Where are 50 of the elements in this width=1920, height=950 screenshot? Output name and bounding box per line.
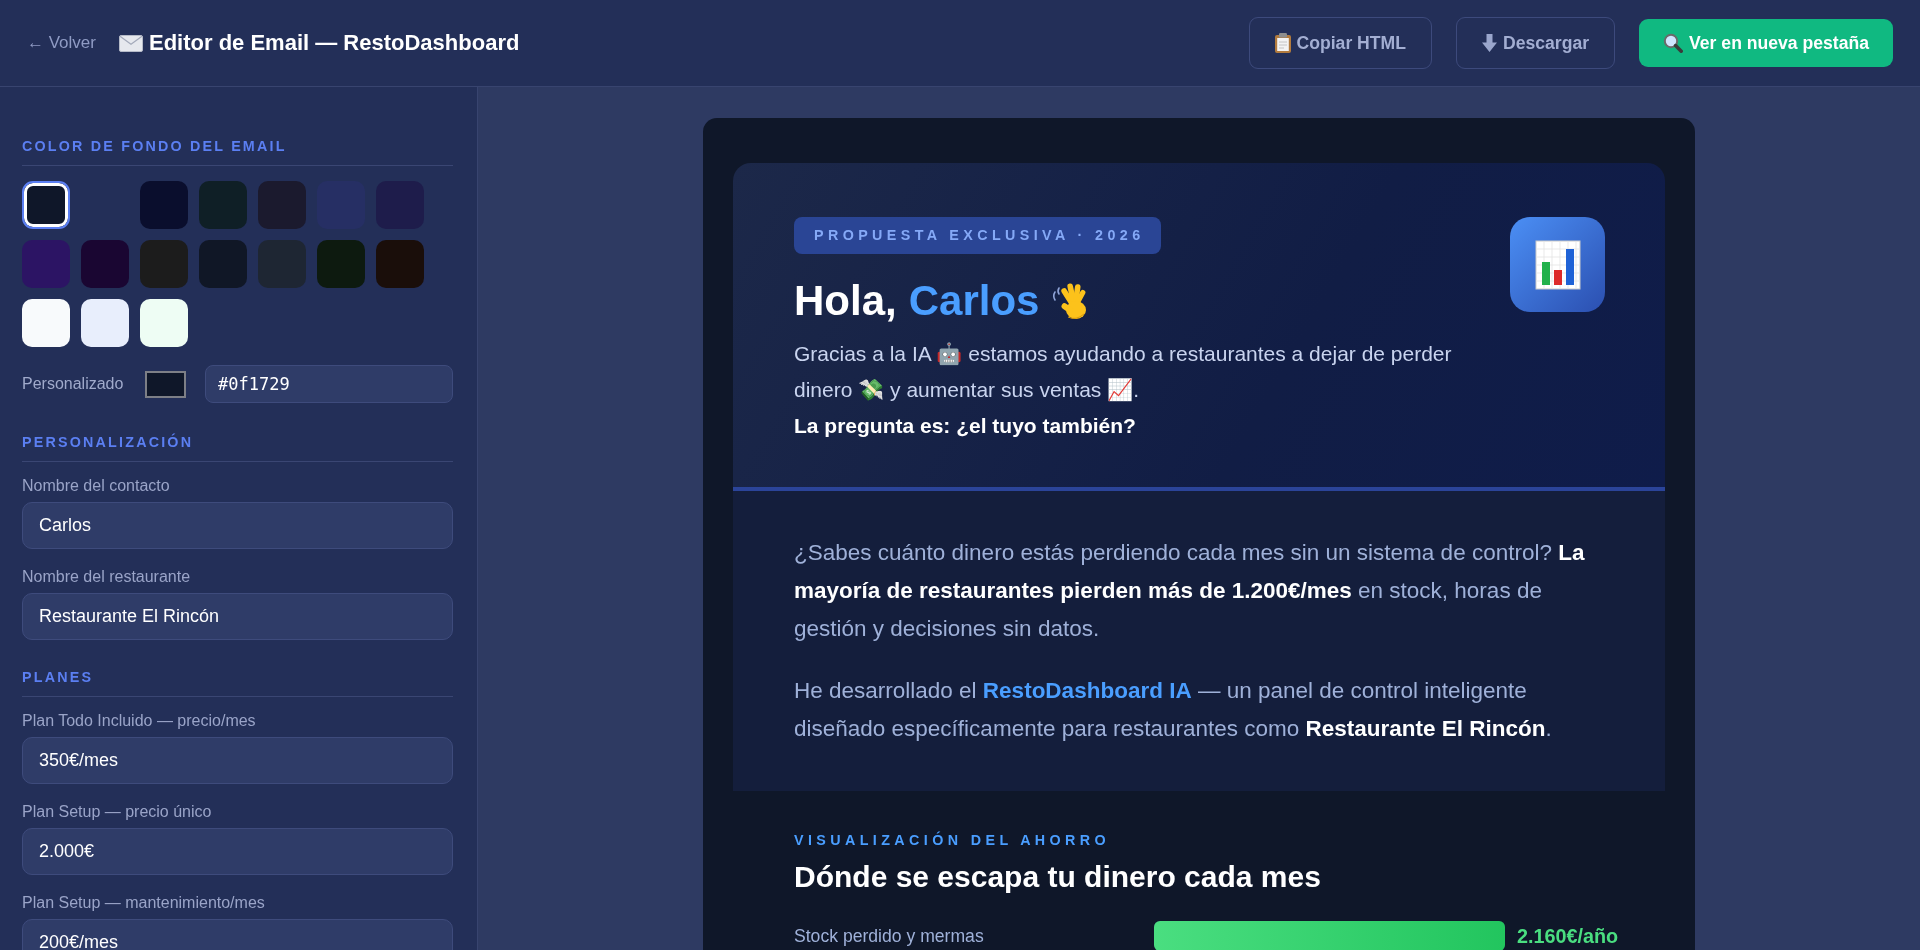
section-heading: Dónde se escapa tu dinero cada mes <box>794 859 1322 895</box>
greeting-text: Hola, <box>794 276 897 326</box>
row-label: Stock perdido y mermas <box>794 926 985 946</box>
body-paragraph: ¿Sabes cuánto dinero estás perdiendo cada mes sin un sistema de control? La mayoría de restaurantes pierden más de 1.200€/mes en stock, horas de gestión y decisiones sin datos. <box>794 539 1586 643</box>
clipboard-icon <box>1274 33 1291 53</box>
color-swatch[interactable] <box>81 240 129 288</box>
field-label: Plan Setup — mantenimiento/mes <box>22 894 266 912</box>
hex-input-field[interactable]: #0f1729 <box>205 365 453 403</box>
text-field[interactable]: Restaurante El Rincón <box>22 593 453 640</box>
bar-chart-icon <box>1510 217 1605 312</box>
intro-paragraph: Gracias a la IA 🤖 estamos ayudando a restaurantes a dejar de perder dinero 💸 y aumentar sus ventas 📈. <box>794 341 1453 403</box>
color-swatch[interactable] <box>317 240 365 288</box>
color-swatch[interactable] <box>258 181 306 229</box>
color-swatch[interactable] <box>22 299 70 347</box>
color-swatch[interactable] <box>199 181 247 229</box>
body-paragraph: He desarrollado el RestoDashboard IA — un panel de control inteligente diseñado específicamente para restaurantes como Restaurante El Rincón. <box>794 677 1553 743</box>
proposal-badge: PROPUESTA EXCLUSIVA · 2026 <box>794 217 1161 254</box>
color-swatch[interactable] <box>199 240 247 288</box>
color-swatch[interactable] <box>376 240 424 288</box>
download-button[interactable]: Descargar <box>1456 17 1616 69</box>
color-picker[interactable] <box>145 370 186 398</box>
section-eyebrow: VISUALIZACIÓN DEL AHORRO <box>794 831 1112 849</box>
section-title: PLANES <box>22 668 95 686</box>
field-label: Plan Setup — precio único <box>22 803 213 821</box>
arrow-down-icon <box>1482 34 1497 52</box>
field-label: Nombre del contacto <box>22 477 171 495</box>
color-swatch[interactable] <box>22 181 70 229</box>
section-title: COLOR DE FONDO DEL EMAIL <box>22 137 288 155</box>
color-swatch[interactable] <box>81 299 129 347</box>
color-swatch[interactable] <box>140 240 188 288</box>
contact-name: Carlos <box>908 276 1040 326</box>
field-label: Nombre del restaurante <box>22 568 192 586</box>
color-swatch[interactable] <box>140 181 188 229</box>
search-icon <box>1663 33 1684 53</box>
text-field[interactable]: 200€/mes <box>22 919 453 950</box>
copy-html-button[interactable]: Copiar HTML <box>1248 17 1432 69</box>
envelope-icon <box>119 34 143 52</box>
text-field[interactable]: Carlos <box>22 502 453 549</box>
field-label: Plan Todo Incluido — precio/mes <box>22 712 257 730</box>
color-swatch[interactable] <box>258 240 306 288</box>
back-link[interactable]: ← Volver <box>27 33 96 53</box>
row-value: 2.160€/año <box>1517 925 1619 947</box>
section-title: PERSONALIZACIÓN <box>22 433 195 451</box>
field-label: Personalizado <box>22 375 125 393</box>
app-title: Editor de Email — RestoDashboard <box>149 30 520 56</box>
question-text: La pregunta es: ¿el tuyo también? <box>794 413 1137 439</box>
text-field[interactable]: 2.000€ <box>22 828 453 875</box>
color-swatch[interactable] <box>140 299 188 347</box>
text-field[interactable]: 350€/mes <box>22 737 453 784</box>
color-swatch[interactable] <box>22 240 70 288</box>
